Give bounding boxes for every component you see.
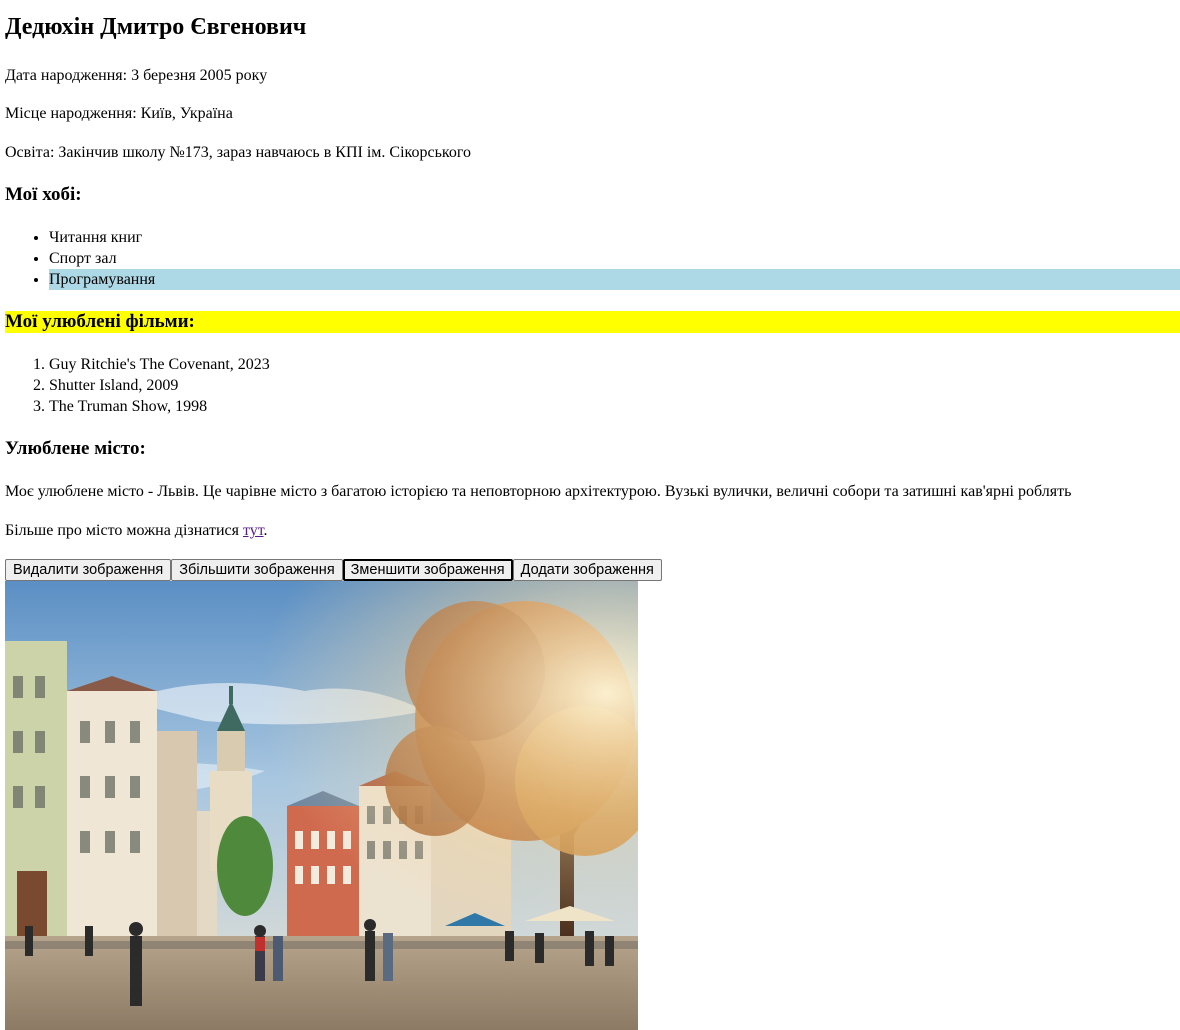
birth-place: Місце народження: Київ, Україна bbox=[5, 105, 233, 122]
film-item: The Truman Show, 1998 bbox=[49, 396, 1180, 417]
birth-date: Дата народження: 3 березня 2005 року bbox=[5, 67, 268, 84]
city-more: Більше про місто можна дізнатися тут. bbox=[5, 521, 268, 540]
delete-image-button[interactable]: Видалити зображення bbox=[5, 559, 172, 581]
city-photo bbox=[5, 581, 638, 1030]
hobbies-list: Читання книг Спорт зал Програмування bbox=[5, 227, 1180, 290]
image-controls: Видалити зображення Збільшити зображення… bbox=[5, 559, 662, 581]
education: Освіта: Закінчив школу №173, зараз навча… bbox=[5, 144, 472, 161]
page-title: Дедюхін Дмитро Євгенович bbox=[5, 14, 307, 40]
film-item: Guy Ritchie's The Covenant, 2023 bbox=[49, 354, 1180, 375]
hobby-item: Читання книг bbox=[49, 227, 1180, 248]
film-item: Shutter Island, 2009 bbox=[49, 375, 1180, 396]
city-more-suffix: . bbox=[263, 522, 268, 539]
add-image-button[interactable]: Додати зображення bbox=[512, 559, 662, 581]
hobby-item-highlighted: Програмування bbox=[49, 269, 1180, 290]
shrink-image-button[interactable]: Зменшити зображення bbox=[342, 559, 513, 581]
city-description: Моє улюблене місто - Львів. Це чарівне м… bbox=[5, 483, 1072, 500]
city-heading: Улюблене місто: bbox=[5, 438, 146, 459]
hobbies-heading: Мої хобі: bbox=[5, 184, 82, 205]
enlarge-image-button[interactable]: Збільшити зображення bbox=[171, 559, 343, 581]
city-more-link[interactable]: тут bbox=[243, 522, 264, 539]
city-more-prefix: Більше про місто можна дізнатися bbox=[5, 522, 243, 539]
films-heading: Мої улюблені фільми: bbox=[5, 311, 1180, 333]
films-list: Guy Ritchie's The Covenant, 2023 Shutter… bbox=[5, 354, 1180, 417]
hobby-item: Спорт зал bbox=[49, 248, 1180, 269]
